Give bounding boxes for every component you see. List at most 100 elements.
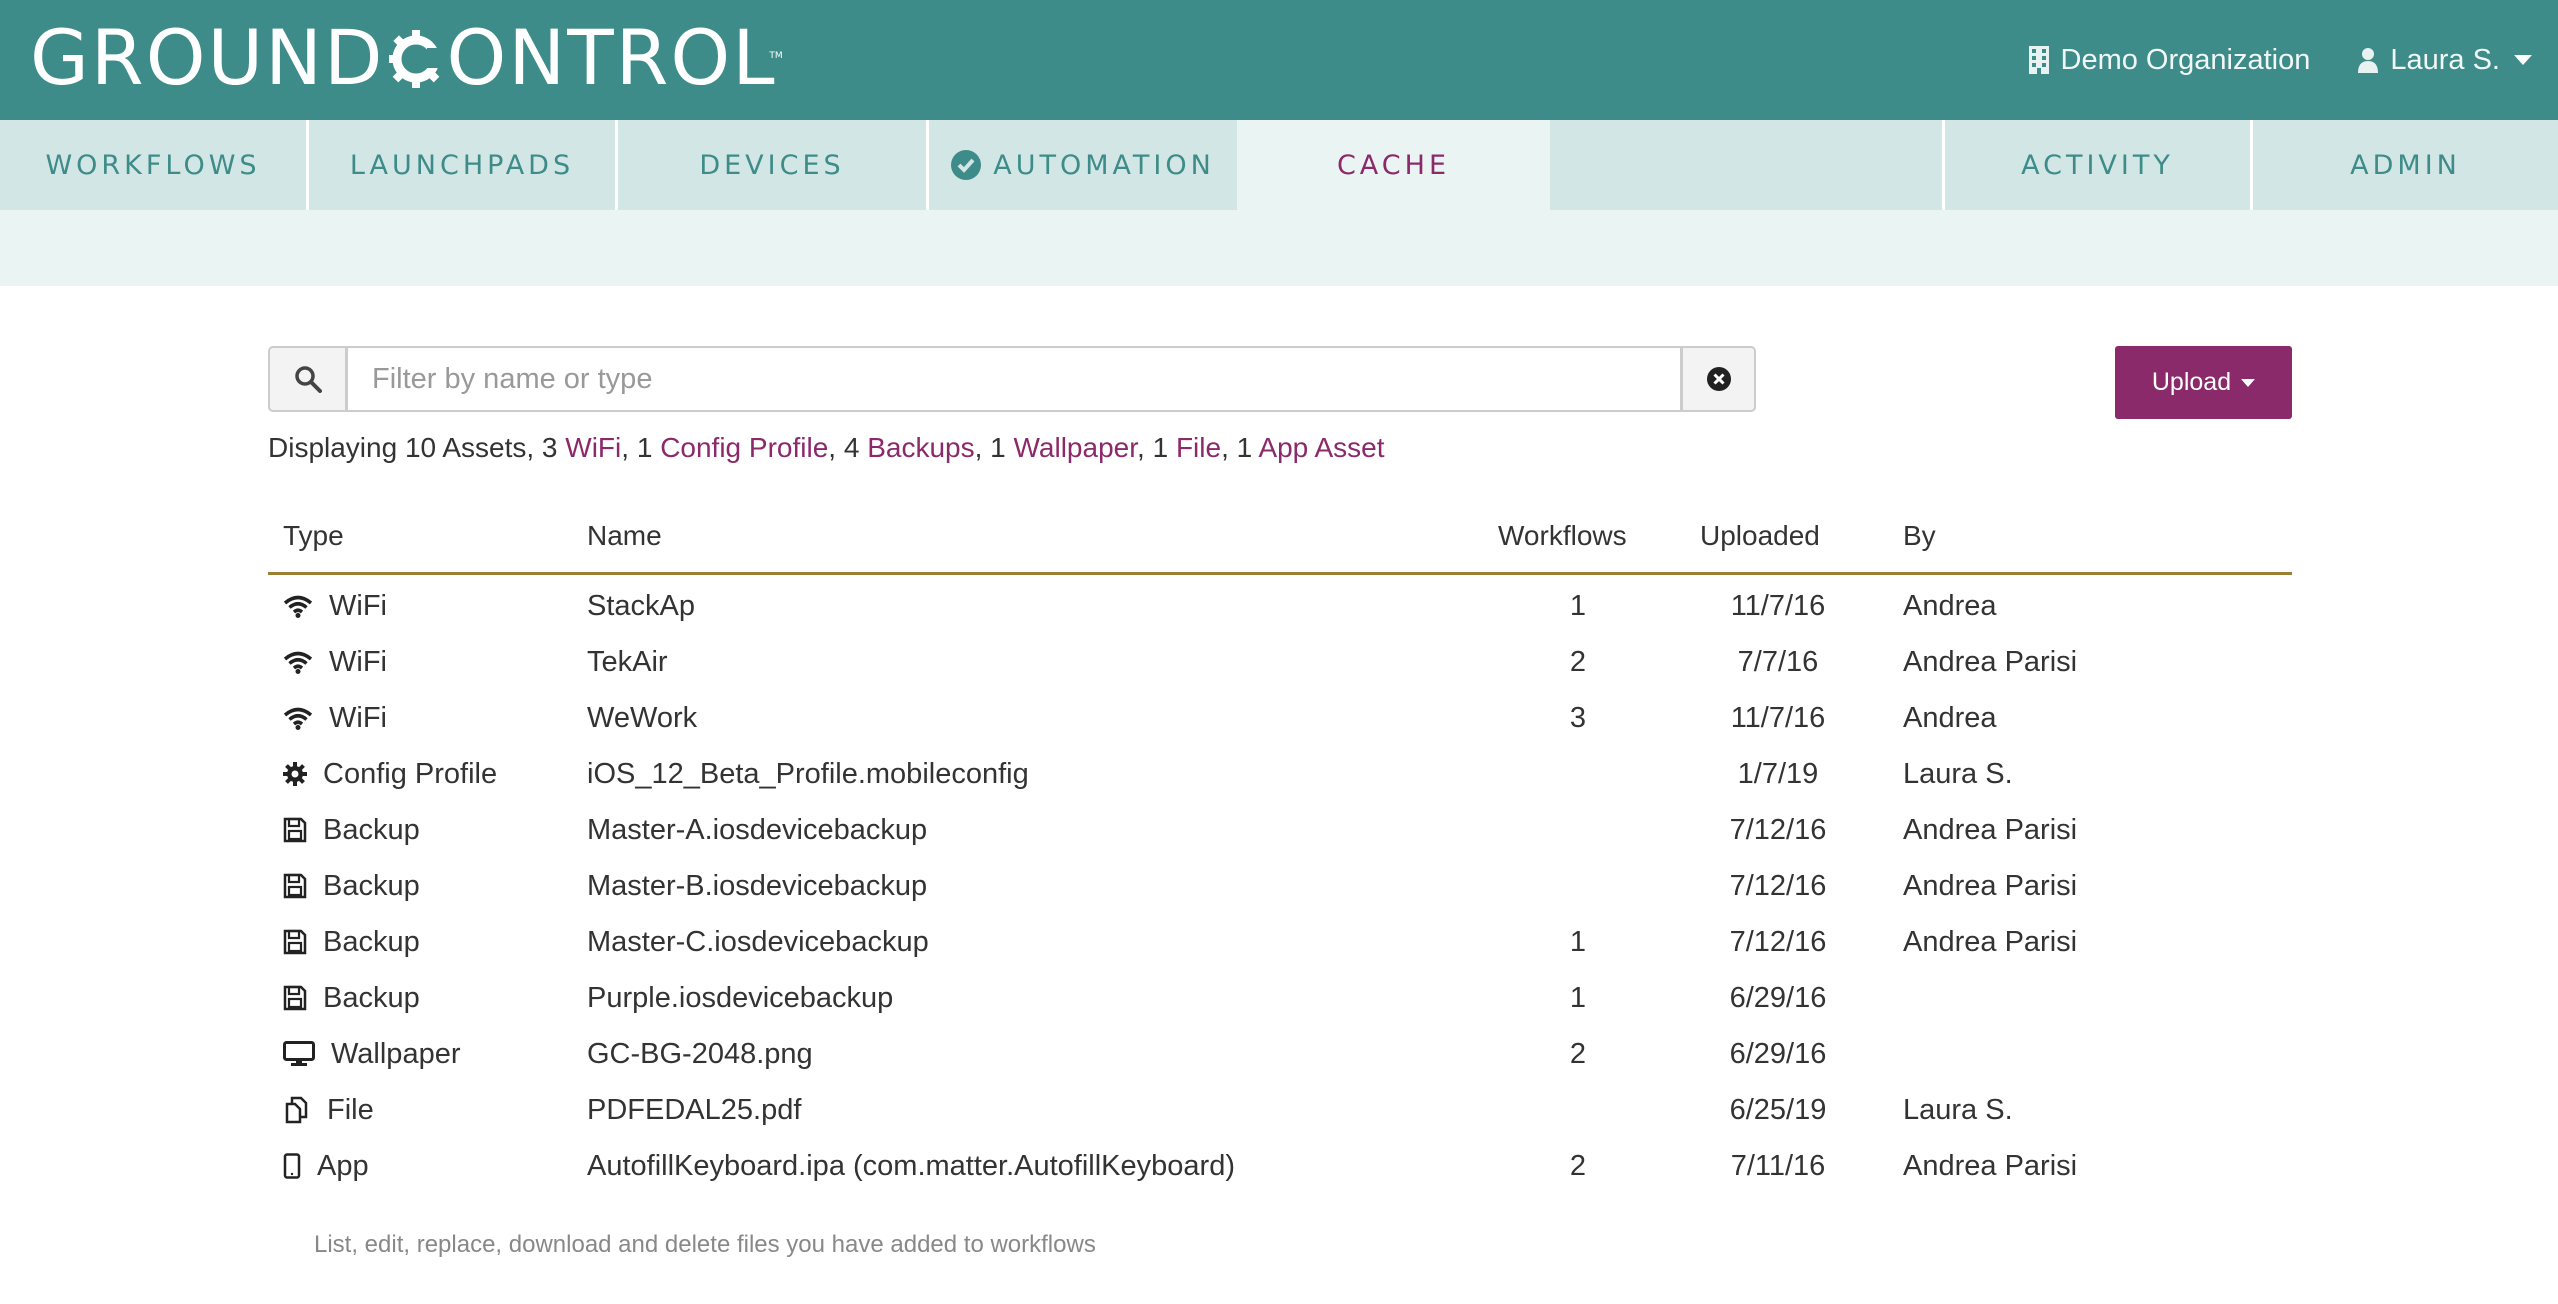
filter-link-wifi[interactable]: WiFi <box>565 432 621 463</box>
logo-gear-icon <box>387 24 445 104</box>
search-button[interactable] <box>268 346 347 412</box>
uploaded-by: Andrea Parisi <box>1903 869 2078 902</box>
monitor-icon <box>283 1041 323 1067</box>
filter-link-app-asset[interactable]: App Asset <box>1258 432 1384 463</box>
building-icon <box>2028 46 2049 74</box>
table-row[interactable]: WiFi StackAp 1 11/7/16 Andrea <box>268 578 2292 634</box>
floppy-disk-icon <box>283 929 315 955</box>
column-header-name[interactable]: Name <box>587 520 662 552</box>
type-label: WiFi <box>329 589 387 622</box>
asset-name[interactable]: TekAir <box>587 634 668 690</box>
assets-table-header: Type Name Workflows Uploaded By <box>268 508 2292 575</box>
workflow-count: 1 <box>1569 981 1587 1014</box>
asset-name[interactable]: Purple.iosdevicebackup <box>587 970 893 1026</box>
asset-name[interactable]: iOS_12_Beta_Profile.mobileconfig <box>587 746 1029 802</box>
column-header-type[interactable]: Type <box>283 520 344 552</box>
app-header: GROUND ONTROL TM Demo Organization Laura … <box>0 0 2558 120</box>
close-circle-icon <box>1706 367 1731 391</box>
filter-link-config-profile[interactable]: Config Profile <box>660 432 828 463</box>
table-row[interactable]: Wallpaper GC-BG-2048.png 2 6/29/16 <box>268 1026 2292 1082</box>
tab-devices[interactable]: DEVICES <box>618 120 929 210</box>
filter-input[interactable] <box>346 346 1682 412</box>
tab-label: AUTOMATION <box>993 149 1215 181</box>
asset-name[interactable]: Master-B.iosdevicebackup <box>587 858 927 914</box>
table-row[interactable]: WiFi WeWork 3 11/7/16 Andrea <box>268 690 2292 746</box>
filter-link-wallpaper[interactable]: Wallpaper <box>1014 432 1137 463</box>
table-row[interactable]: WiFi TekAir 2 7/7/16 Andrea Parisi <box>268 634 2292 690</box>
floppy-disk-icon <box>283 817 315 843</box>
asset-name[interactable]: WeWork <box>587 690 697 746</box>
mobile-phone-icon <box>283 1153 309 1179</box>
asset-name[interactable]: PDFEDAL25.pdf <box>587 1082 801 1138</box>
tab-workflows[interactable]: WORKFLOWS <box>0 120 309 210</box>
uploaded-by: Laura S. <box>1903 1093 2013 1126</box>
chevron-down-icon <box>2241 378 2256 387</box>
column-header-workflows[interactable]: Workflows <box>1498 520 1627 552</box>
type-cell: Backup <box>283 970 420 1026</box>
filter-link-backups[interactable]: Backups <box>867 432 974 463</box>
column-header-uploaded[interactable]: Uploaded <box>1700 520 1820 552</box>
tab-label: LAUNCHPADS <box>349 149 575 181</box>
column-header-by[interactable]: By <box>1903 520 1936 552</box>
asset-name[interactable]: StackAp <box>587 578 695 634</box>
uploaded-date: 7/12/16 <box>1729 813 1827 846</box>
main-nav: WORKFLOWS LAUNCHPADS DEVICES AUTOMATION … <box>0 120 2558 210</box>
asset-name[interactable]: GC-BG-2048.png <box>587 1026 813 1082</box>
type-label: Backup <box>323 869 420 902</box>
gear-icon <box>283 762 315 786</box>
workflow-count <box>1548 802 1608 858</box>
workflow-count: 2 <box>1569 1037 1587 1070</box>
workflow-count: 1 <box>1569 925 1587 958</box>
organization-menu[interactable]: Demo Organization <box>2028 44 2310 77</box>
type-label: File <box>327 1093 374 1126</box>
type-label: Wallpaper <box>331 1037 461 1070</box>
asset-name[interactable]: Master-C.iosdevicebackup <box>587 914 929 970</box>
logo-text-ground: GROUND <box>30 13 385 102</box>
groundcontrol-logo[interactable]: GROUND ONTROL TM <box>30 18 783 98</box>
asset-name[interactable]: AutofillKeyboard.ipa (com.matter.Autofil… <box>587 1138 1235 1194</box>
tab-activity[interactable]: ACTIVITY <box>1942 120 2253 210</box>
table-row[interactable]: Backup Purple.iosdevicebackup 1 6/29/16 <box>268 970 2292 1026</box>
type-cell: File <box>283 1082 374 1138</box>
logo-trademark: TM <box>769 51 783 61</box>
filter-link-file[interactable]: File <box>1176 432 1221 463</box>
table-row[interactable]: Backup Master-B.iosdevicebackup 7/12/16 And… <box>268 858 2292 914</box>
summary-text: , 4 <box>828 432 868 463</box>
tab-admin[interactable]: ADMIN <box>2253 120 2558 210</box>
summary-text: Displaying 10 Assets, 3 <box>268 432 566 463</box>
tab-automation[interactable]: AUTOMATION <box>929 120 1237 210</box>
uploaded-by: Andrea Parisi <box>1903 925 2078 958</box>
table-row[interactable]: File PDFEDAL25.pdf 6/25/19 Laura S. <box>268 1082 2292 1138</box>
type-label: Backup <box>323 981 420 1014</box>
workflow-count: 2 <box>1569 1149 1587 1182</box>
uploaded-by: Andrea Parisi <box>1903 645 2078 678</box>
uploaded-date: 7/7/16 <box>1737 645 1819 678</box>
workflow-count <box>1548 746 1608 802</box>
wifi-icon <box>283 650 321 674</box>
table-row[interactable]: Backup Master-C.iosdevicebackup 1 7/12/16 An… <box>268 914 2292 970</box>
uploaded-date: 1/7/19 <box>1737 757 1819 790</box>
uploaded-date: 6/25/19 <box>1729 1093 1827 1126</box>
asset-name[interactable]: Master-A.iosdevicebackup <box>587 802 927 858</box>
tab-cache[interactable]: CACHE <box>1237 120 1550 210</box>
workflow-count: 2 <box>1569 645 1587 678</box>
user-menu[interactable]: Laura S. <box>2358 44 2532 77</box>
clear-filter-button[interactable] <box>1681 346 1756 412</box>
table-row[interactable]: Backup Master-A.iosdevicebackup 7/12/16 And… <box>268 802 2292 858</box>
help-text: List, edit, replace, download and delete… <box>314 1231 1096 1258</box>
uploaded-date: 11/7/16 <box>1730 589 1826 622</box>
tab-label: ACTIVITY <box>2021 149 2174 181</box>
tab-label: WORKFLOWS <box>45 149 261 181</box>
wifi-icon <box>283 594 321 618</box>
search-icon <box>294 366 322 393</box>
type-label: Backup <box>323 925 420 958</box>
table-row[interactable]: Config Profile iOS_12_Beta_Profile.mobile… <box>268 746 2292 802</box>
upload-label: Upload <box>2151 368 2232 396</box>
asset-summary: Displaying 10 Assets, 3 WiFi , 1 Config P… <box>268 432 1385 464</box>
type-cell: WiFi <box>283 690 387 746</box>
summary-text: , 1 <box>1137 432 1176 463</box>
tab-launchpads[interactable]: LAUNCHPADS <box>309 120 618 210</box>
type-label: WiFi <box>329 645 387 678</box>
table-row[interactable]: App AutofillKeyboard.ipa (com.matter.Auto… <box>268 1138 2292 1194</box>
upload-button[interactable]: Upload <box>2115 346 2292 419</box>
